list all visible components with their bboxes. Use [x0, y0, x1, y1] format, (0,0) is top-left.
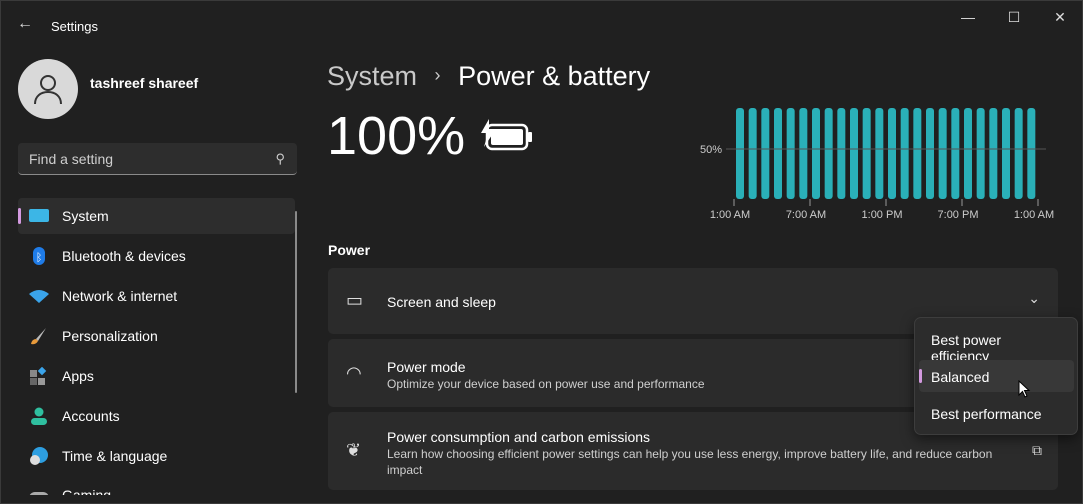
- carbon-title: Power consumption and carbon emissions: [387, 429, 651, 445]
- sidebar-item-apps[interactable]: Apps: [18, 358, 295, 394]
- screen-sleep-title: Screen and sleep: [387, 294, 496, 310]
- search-input[interactable]: Find a setting ⚲: [18, 143, 297, 175]
- chart-bar: [951, 108, 960, 199]
- globe-clock-icon: [30, 447, 48, 465]
- person-icon: [34, 75, 62, 105]
- option-label: Balanced: [931, 369, 990, 385]
- user-name: tashreef shareef: [90, 75, 199, 91]
- chart-bar: [850, 108, 858, 199]
- chart-bar: [964, 108, 972, 199]
- bluetooth-icon: ᛒ: [33, 247, 45, 265]
- y-tick-label: 50%: [700, 144, 722, 156]
- sidebar-item-label: Network & internet: [62, 288, 178, 304]
- battery-charging-icon: [481, 119, 532, 151]
- chart-bar: [736, 108, 744, 199]
- screen-sleep-icon: ▭: [346, 290, 364, 310]
- chart-bar: [1014, 108, 1023, 199]
- sidebar-scrollbar[interactable]: [295, 211, 297, 393]
- chart-bar: [786, 108, 795, 199]
- chart-bar: [875, 108, 884, 199]
- close-button[interactable]: ✕: [1045, 9, 1075, 29]
- x-tick-label: 7:00 AM: [786, 209, 826, 221]
- chart-bar: [913, 108, 922, 199]
- option-best-power-efficiency[interactable]: Best power efficiency: [919, 323, 1074, 364]
- sidebar-item-accounts[interactable]: Accounts: [18, 398, 295, 434]
- option-label: Best performance: [931, 406, 1042, 422]
- option-best-performance[interactable]: Best performance: [919, 397, 1074, 429]
- sidebar-item-bluetooth-devices[interactable]: ᛒ Bluetooth & devices: [18, 238, 295, 274]
- sidebar-item-label: Time & language: [62, 448, 168, 464]
- selected-indicator: [18, 208, 21, 224]
- sidebar-item-label: Personalization: [62, 328, 158, 344]
- option-balanced[interactable]: Balanced: [919, 360, 1074, 392]
- person-icon: [31, 407, 47, 425]
- breadcrumb: System › Power & battery: [327, 61, 650, 92]
- search-placeholder: Find a setting: [29, 151, 114, 167]
- external-link-icon[interactable]: ⧉: [1032, 442, 1042, 459]
- page-title: Power & battery: [458, 61, 651, 91]
- wifi-icon: [29, 290, 49, 303]
- sidebar-item-time-language[interactable]: Time & language: [18, 438, 295, 474]
- chart-bar: [774, 108, 782, 199]
- carbon-desc: Learn how choosing efficient power setti…: [387, 447, 993, 477]
- gamepad-icon: [29, 492, 49, 495]
- chart-bar: [938, 108, 947, 199]
- chart-bar: [824, 108, 833, 199]
- x-tick-label: 7:00 PM: [938, 209, 979, 221]
- chart-bar: [888, 108, 896, 199]
- section-heading-power: Power: [328, 242, 371, 258]
- avatar[interactable]: [18, 59, 78, 119]
- chart-bar: [837, 108, 846, 199]
- svg-text:ᛒ: ᛒ: [36, 252, 43, 264]
- x-tick-label: 1:00 PM: [862, 209, 903, 221]
- chart-bar: [976, 108, 985, 199]
- chart-bar: [900, 108, 909, 199]
- sidebar-item-label: Apps: [62, 368, 94, 384]
- battery-usage-chart: 50% 1:00 AM 7:00 AM 1:00 PM 7:00 PM 1:00 AM: [700, 108, 1054, 221]
- sidebar-item-label: Gaming: [62, 487, 112, 495]
- chart-bar: [989, 108, 998, 199]
- gauge-icon: ◠: [346, 363, 362, 383]
- chart-bar: [812, 108, 820, 199]
- chart-bar: [926, 108, 934, 199]
- sidebar-item-label: Bluetooth & devices: [62, 248, 186, 264]
- breadcrumb-parent[interactable]: System: [327, 61, 417, 91]
- window-title: Settings: [51, 19, 98, 34]
- sidebar-item-system[interactable]: System: [18, 198, 295, 234]
- search-icon: ⚲: [275, 151, 285, 166]
- leaf-icon: ❦: [346, 440, 362, 460]
- chart-bar: [1002, 108, 1010, 199]
- sidebar-item-gaming[interactable]: Gaming: [18, 478, 295, 495]
- sidebar-item-network-internet[interactable]: Network & internet: [18, 278, 295, 314]
- mouse-cursor-icon: [1018, 380, 1031, 398]
- maximize-button[interactable]: ☐: [999, 9, 1029, 29]
- x-tick-label: 1:00 AM: [710, 209, 750, 221]
- sidebar-item-label: Accounts: [62, 408, 120, 424]
- power-mode-title: Power mode: [387, 359, 466, 375]
- x-tick-label: 1:00 AM: [1014, 209, 1054, 221]
- sidebar-item-label: System: [62, 208, 109, 224]
- brush-icon: [31, 328, 46, 345]
- battery-percent: 100%: [327, 106, 466, 166]
- chart-bar: [761, 108, 770, 199]
- minimize-button[interactable]: —: [953, 9, 983, 29]
- chart-bar: [862, 108, 871, 199]
- back-button[interactable]: ←: [17, 15, 33, 33]
- selected-indicator: [919, 369, 922, 383]
- apps-icon: [30, 367, 47, 385]
- chart-bar: [748, 108, 757, 199]
- chart-bar: [1027, 108, 1036, 199]
- chevron-down-icon[interactable]: ⌄: [1028, 290, 1040, 307]
- breadcrumb-separator: ›: [434, 65, 441, 85]
- chart-bar: [799, 108, 808, 199]
- monitor-icon: [29, 209, 49, 222]
- power-mode-dropdown: Best power efficiency Balanced Best perf…: [914, 317, 1078, 435]
- sidebar-item-personalization[interactable]: Personalization: [18, 318, 295, 354]
